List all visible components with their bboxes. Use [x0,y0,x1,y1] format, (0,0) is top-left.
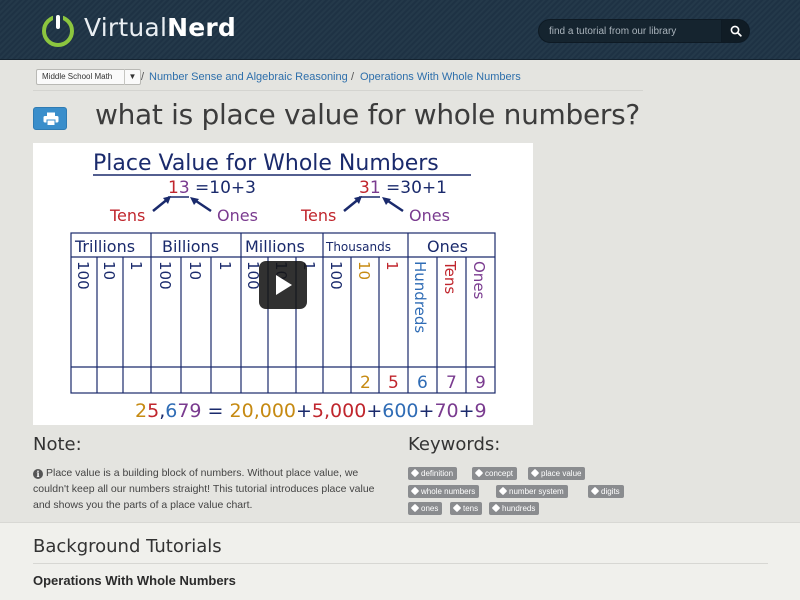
keyword-tag-label: digits [601,487,620,496]
place-header: 10 [186,261,204,280]
digit: 9 [475,373,486,393]
logo-part1: Virtual [84,13,168,42]
tag-icon [410,468,420,478]
tag-icon [491,503,501,513]
ones-label-1: Ones [217,206,258,225]
digit: 5 [388,373,399,393]
keyword-tag-label: whole numbers [421,487,476,496]
divider [33,563,768,564]
search-bar [538,19,750,43]
keyword-tag-label: tens [463,504,479,513]
search-button[interactable] [721,19,750,43]
search-input[interactable] [538,19,722,43]
breadcrumb-link-number-sense[interactable]: Number Sense and Algebraic Reasoning [149,71,348,83]
keyword-tag[interactable]: hundreds [489,502,540,515]
tag-icon [410,486,420,496]
breadcrumb-separator: / [351,71,355,83]
place-header: 1 [216,261,234,271]
tag-icon [452,503,462,513]
place-header-tens: Tens [441,260,459,294]
keyword-tag[interactable]: definition [408,467,458,480]
background-tutorials-heading: Background Tutorials [33,536,222,557]
example-1: 13 =10+3 [168,178,256,198]
breadcrumb-separator: / [141,71,145,83]
place-header: 10 [355,261,373,280]
note-heading: Note: [33,434,82,455]
place-header-ones: Ones [470,261,488,300]
keyword-tag-label: definition [421,469,454,478]
keyword-tag[interactable]: number system [496,485,568,498]
period-billions: Billions [162,237,219,256]
keyword-tag[interactable]: ones [408,502,443,515]
info-icon: i [33,469,43,479]
period-trillions: Trillions [74,237,135,256]
tag-icon [474,468,484,478]
breadcrumb-link-operations[interactable]: Operations With Whole Numbers [360,71,521,83]
tens-label-2: Tens [300,206,336,225]
note-text: Place value is a building block of numbe… [33,467,375,511]
digit: 6 [417,373,428,393]
tag-icon [590,486,600,496]
print-icon [43,112,59,126]
example-2: 31 =30+1 [359,178,447,198]
place-header: 100 [327,261,345,290]
keyword-tag-label: number system [509,487,564,496]
search-icon [730,25,742,37]
site-logo[interactable]: VirtualNerd [84,13,236,42]
period-thousands: Thousands [325,240,391,254]
video-player[interactable]: Place Value for Whole Numbers 13 =10+3 3… [33,143,533,425]
keyword-tag-label: ones [421,504,439,513]
tag-icon [498,486,508,496]
keyword-tag[interactable]: tens [450,502,483,515]
background-tutorial-link[interactable]: Operations With Whole Numbers [33,573,236,588]
keyword-tag-label: hundreds [502,504,536,513]
digit: 2 [360,373,371,393]
site-header: VirtualNerd [0,0,800,60]
keywords-heading: Keywords: [408,434,501,455]
board-title: Place Value for Whole Numbers [93,151,439,176]
power-logo-icon[interactable] [40,12,76,48]
play-button[interactable] [259,261,307,309]
expanded-form: 25,679 = 20,000+5,000+600+70+9 [135,400,487,422]
period-ones: Ones [427,237,468,256]
keyword-tag[interactable]: digits [588,485,624,498]
period-millions: Millions [245,237,305,256]
place-header: 100 [74,261,92,290]
keyword-tag[interactable]: concept [472,467,518,480]
play-icon [276,275,292,295]
logo-part2: Nerd [167,13,236,42]
subject-select[interactable]: Middle School Math ▼ [36,69,141,85]
place-header: 1 [127,261,145,271]
note-body: i Place value is a building block of numb… [33,465,393,513]
breadcrumb: Middle School Math ▼ / Number Sense and … [33,63,643,91]
tag-icon [530,468,540,478]
subject-select-value: Middle School Math [42,72,113,81]
place-header: 10 [100,261,118,280]
digit: 7 [446,373,457,393]
background-tutorials-section [0,522,800,600]
chevron-down-icon[interactable]: ▼ [124,69,140,85]
keyword-tag[interactable]: whole numbers [408,485,480,498]
ones-label-2: Ones [409,206,450,225]
tag-icon [410,503,420,513]
place-header: 100 [156,261,174,290]
keyword-tag-label: place value [541,469,582,478]
place-header-hundreds: Hundreds [411,261,429,333]
keyword-tag-label: concept [485,469,514,478]
keyword-tag[interactable]: place value [528,467,586,480]
place-header: 1 [383,261,401,271]
print-button[interactable] [33,107,67,130]
page-title: what is place value for whole numbers? [95,98,640,131]
tens-label-1: Tens [109,206,145,225]
